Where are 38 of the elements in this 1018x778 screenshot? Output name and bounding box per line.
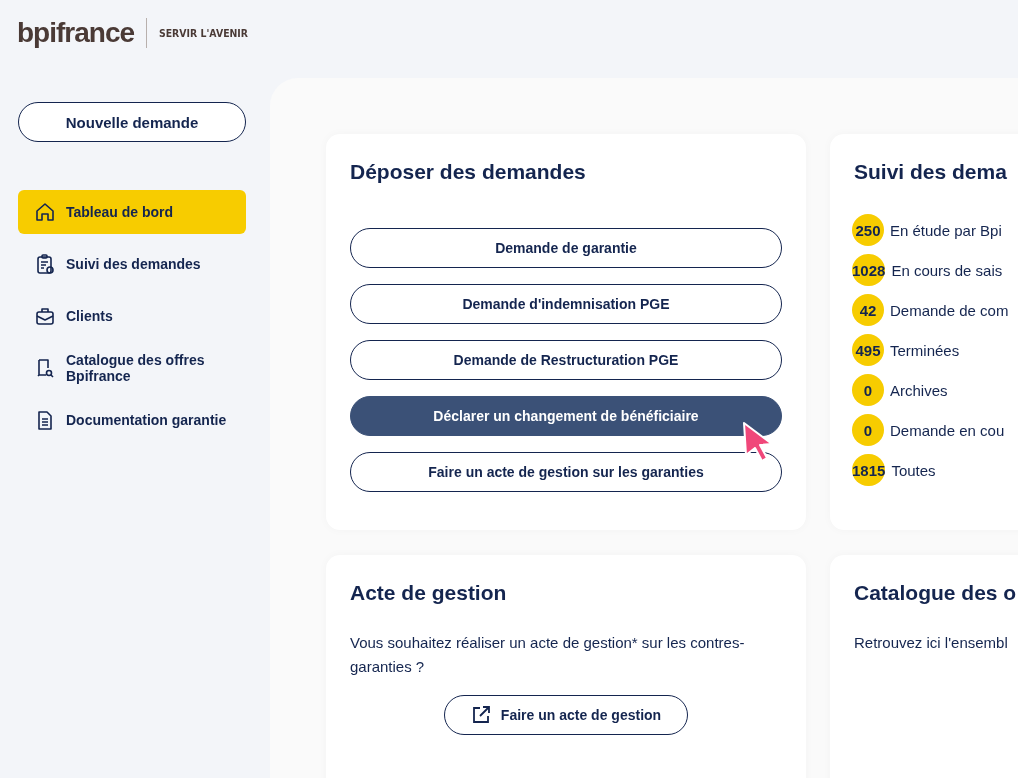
briefcase-icon [34,305,56,327]
card-text: Vous souhaitez réaliser un acte de gestion* sur les contres-garanties ? [350,633,746,677]
card-title: Déposer des demandes [350,159,587,185]
count-badge: 0 [852,414,884,446]
sidebar-item[interactable]: Documentation garantie [18,398,246,442]
sidebar-item[interactable]: Suivi des demandes [18,242,246,286]
request-button[interactable]: Demande de Restructuration PGE [350,340,782,380]
count-badge: 250 [852,214,884,246]
acte-button[interactable]: Faire un acte de gestion [443,695,689,735]
card-title: Suivi des dema [854,159,1008,185]
home-icon [34,201,56,223]
card-title: Catalogue des o [854,580,1018,606]
status-link[interactable]: Terminées [890,341,960,359]
card-text: Retrouvez ici l'ensembl [854,633,1009,653]
sidebar-item[interactable]: Clients [18,294,246,338]
status-link[interactable]: En cours de sais [891,261,1003,279]
new-request-button[interactable]: Nouvelle demande [18,102,246,142]
count-badge: 495 [852,334,884,366]
request-button[interactable]: Déclarer un changement de bénéficiaire [350,396,782,436]
status-link[interactable]: Toutes [891,461,936,479]
count-badge: 1028 [852,254,886,286]
request-button[interactable]: Demande d'indemnisation PGE [350,284,782,324]
status-link[interactable]: Archives [890,381,948,399]
count-badge: 1815 [852,454,886,486]
external-link-icon [470,705,491,725]
card-title: Acte de gestion [350,580,508,606]
status-link[interactable]: En étude par Bpi [890,221,1002,239]
brand-logo: bpifrance [17,17,135,49]
clipboard-icon [34,253,56,275]
request-button[interactable]: Demande de garantie [350,228,782,268]
sidebar-item[interactable]: Tableau de bord [18,190,246,234]
request-button[interactable]: Faire un acte de gestion sur les garanties [350,452,782,492]
status-link[interactable]: Demande de com [890,301,1009,319]
count-badge: 0 [852,374,884,406]
sidebar-item[interactable]: Catalogue des offres Bpifrance [18,346,246,390]
logo-tagline: SERVIR L'AVENIR [159,26,249,40]
status-link[interactable]: Demande en cou [890,421,1005,439]
count-badge: 42 [852,294,884,326]
